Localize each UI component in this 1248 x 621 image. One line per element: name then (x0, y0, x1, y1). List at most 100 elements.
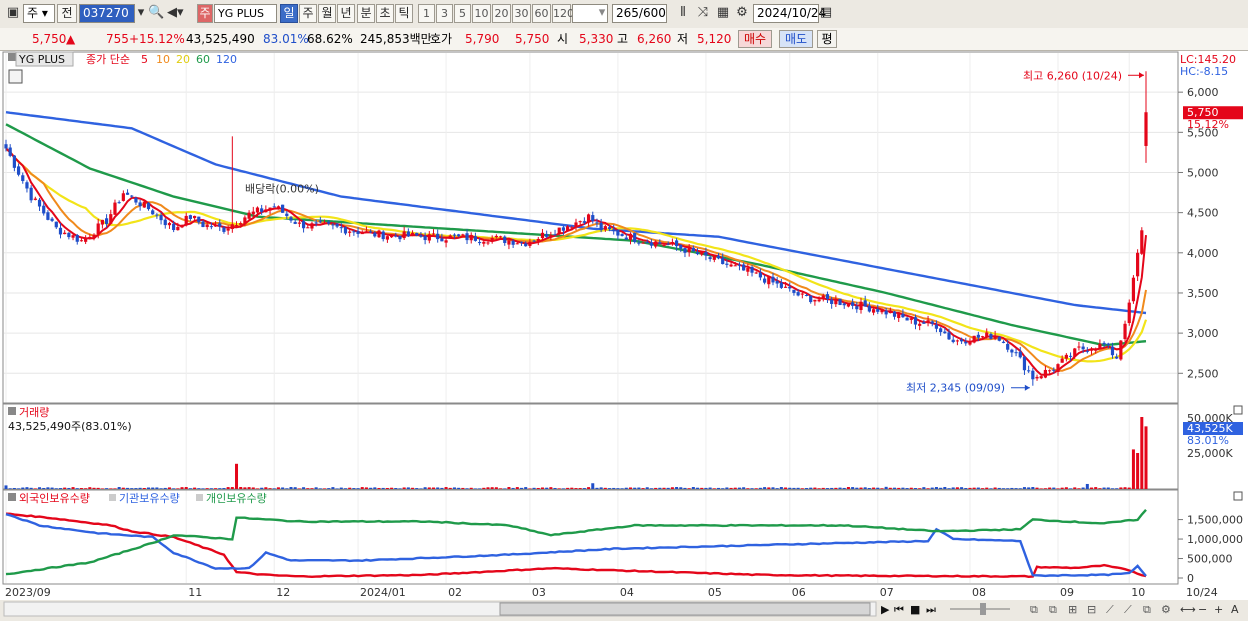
candle-body (205, 224, 209, 228)
volume-panel-close-icon[interactable] (1233, 405, 1243, 415)
interval-10[interactable]: 10 (472, 4, 491, 23)
rewind-icon[interactable]: ⏮ (894, 603, 904, 616)
line-style-icon[interactable]: ⤨ (695, 5, 711, 21)
period-tick[interactable]: 틱 (395, 4, 413, 23)
speaker-icon[interactable]: ◀▾ (167, 5, 184, 21)
volume-bar (457, 487, 461, 489)
scroll-right-icon[interactable]: ▶ (881, 603, 890, 616)
calendar-icon[interactable]: ▤ (818, 5, 834, 21)
candle-style-icon[interactable]: ⫴ (675, 5, 691, 21)
candle-body (758, 272, 763, 278)
period-year[interactable]: 년 (337, 4, 355, 23)
fit-icon[interactable]: ⟷ (1180, 603, 1196, 616)
volume-panel-handle-icon[interactable] (8, 407, 16, 415)
volume-bar (893, 487, 897, 489)
draw-icon[interactable]: ⟋ (1124, 603, 1132, 616)
candle-body (654, 241, 658, 247)
period-minute[interactable]: 분 (357, 4, 375, 23)
candle-body (1043, 369, 1048, 378)
candle-body (700, 252, 704, 255)
play-icon[interactable]: ⏭ (926, 603, 936, 616)
interval-1[interactable]: 1 (418, 4, 435, 23)
zoom-slider-handle[interactable] (980, 603, 986, 615)
date-input[interactable]: 2024/10/24 (753, 4, 826, 23)
candle-body (272, 206, 276, 208)
candle-body (926, 320, 930, 323)
gear-icon[interactable]: ⚙ (734, 5, 750, 21)
trend-icon[interactable]: ⟋ (1106, 603, 1114, 616)
interval-20[interactable]: 20 (492, 4, 511, 23)
tile-icon[interactable]: ⧉ (1049, 603, 1057, 616)
volume-bar (817, 488, 821, 489)
chart-type-icon[interactable]: ⊟ (1087, 603, 1096, 616)
volume-value-label: 43,525,490주(83.01%) (8, 420, 132, 433)
volume-bar (490, 487, 494, 489)
window-layout-icon[interactable]: ⧉ (1030, 603, 1038, 616)
sell-button[interactable]: 매도 (779, 30, 813, 48)
buy-button[interactable]: 매수 (738, 30, 772, 48)
interval-120[interactable]: 120 (552, 4, 574, 23)
dividend-annotation: 배당락(0.00%) (245, 183, 319, 196)
holdings-panel-handle-icon[interactable] (8, 493, 16, 501)
market-select[interactable]: 주 ▾ (23, 4, 55, 23)
period-second[interactable]: 초 (376, 4, 394, 23)
volume-bar (863, 487, 867, 489)
volume-bar (968, 487, 972, 489)
interval-dropdown-icon[interactable]: ▾ (594, 5, 610, 21)
window-icon[interactable]: ▣ (5, 5, 21, 21)
zoom-in-icon[interactable]: + (1214, 603, 1223, 616)
interval-5[interactable]: 5 (454, 4, 471, 23)
zoom-out-icon[interactable]: − (1198, 603, 1207, 616)
candle-body (230, 224, 234, 230)
avg-button[interactable]: 평 (817, 30, 837, 48)
volume-bar (314, 487, 318, 489)
font-size-icon[interactable]: A (1231, 603, 1239, 616)
volume-bar (1081, 487, 1085, 489)
candle-body (201, 221, 205, 228)
volume-bar (754, 488, 758, 489)
candle-body (943, 331, 947, 334)
interval-3[interactable]: 3 (436, 4, 453, 23)
volume-bar (767, 487, 771, 489)
volume-bar (419, 488, 423, 489)
candle-body (218, 223, 222, 227)
legend-ma60: 60 (196, 53, 210, 66)
table-toggle-icon[interactable] (8, 69, 23, 84)
period-month[interactable]: 월 (318, 4, 336, 23)
candle-body (46, 212, 50, 220)
scrollbar-thumb[interactable] (499, 602, 871, 616)
count-input[interactable]: 265/600 (612, 4, 667, 23)
volume-bar (8, 488, 12, 489)
stop-icon[interactable]: ■ (910, 603, 920, 616)
volume-bar (545, 487, 549, 489)
candle-body (440, 238, 444, 242)
period-week[interactable]: 주 (299, 4, 317, 23)
holdings-panel-close-icon[interactable] (1233, 491, 1243, 501)
split-icon[interactable]: ⊞ (1068, 603, 1077, 616)
candle-body (255, 207, 260, 213)
candle-body (490, 238, 494, 242)
candle-body (155, 214, 159, 216)
dropdown-icon[interactable]: ▾ (133, 5, 149, 21)
interval-30[interactable]: 30 (512, 4, 531, 23)
grid-icon[interactable]: ▦ (715, 5, 731, 21)
volume-bar (306, 488, 310, 489)
prev-button[interactable]: 전 (57, 4, 77, 23)
interval-60[interactable]: 60 (532, 4, 551, 23)
candle-body (389, 234, 394, 238)
period-day[interactable]: 일 (280, 4, 298, 23)
stock-code-input[interactable]: 037270 (79, 4, 135, 23)
volume-bar (352, 488, 356, 489)
candle-body (482, 241, 486, 244)
candle-body (821, 295, 825, 298)
volume-bar (54, 488, 58, 489)
volume-bar (520, 487, 524, 489)
settings-icon[interactable]: ⚙ (1161, 603, 1171, 616)
compare-icon[interactable]: ⧉ (1143, 603, 1151, 616)
search-icon[interactable]: 🔍 (148, 5, 164, 21)
volume-bar (440, 487, 444, 489)
volume-bar (855, 487, 859, 489)
panel-handle-icon[interactable] (8, 53, 16, 61)
volume-bar (197, 488, 201, 489)
candle-body (394, 235, 398, 237)
